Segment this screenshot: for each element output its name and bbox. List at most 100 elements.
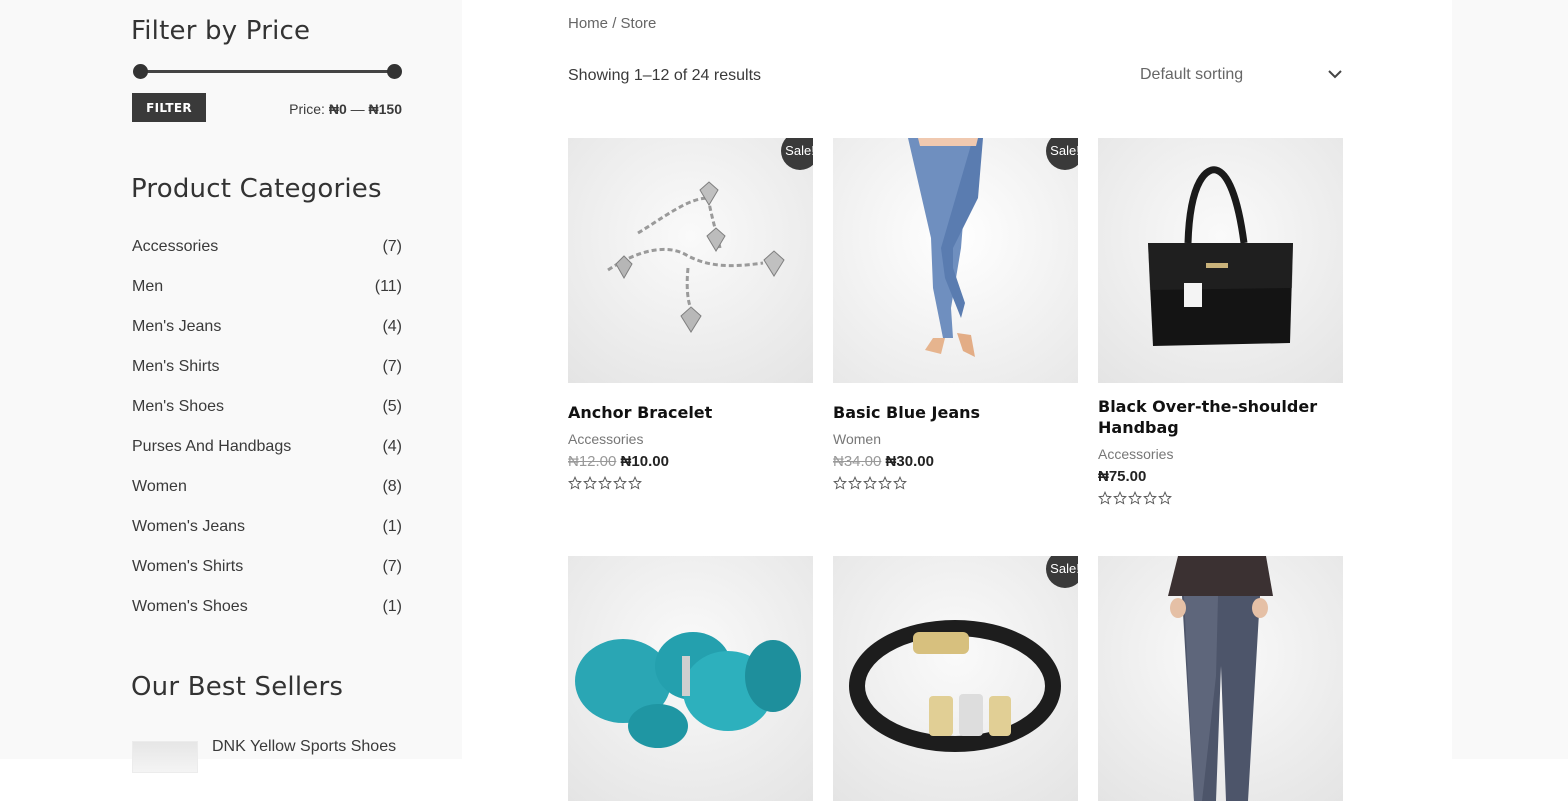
star-icon [833, 476, 847, 490]
category-item: Women (8) [132, 476, 402, 516]
category-item: Purses And Handbags (4) [132, 436, 402, 476]
product-card [568, 556, 813, 801]
product-card [1098, 556, 1343, 801]
sale-price: ₦30.00 [885, 453, 934, 470]
product-title[interactable]: Basic Blue Jeans [833, 402, 1078, 423]
old-price: ₦12.00 [568, 453, 617, 470]
best-seller-link[interactable]: DNK Yellow Sports Shoes [212, 738, 396, 756]
product-card: Sale! [833, 556, 1078, 801]
product-image[interactable]: Sale! [833, 556, 1078, 801]
star-rating [568, 476, 813, 490]
category-item: Men's Shirts (7) [132, 356, 402, 396]
product-title[interactable]: Anchor Bracelet [568, 402, 813, 423]
price-slider-min-handle[interactable] [133, 64, 148, 79]
product-image[interactable] [568, 556, 813, 801]
category-link-womens-shirts[interactable]: Women's Shirts [132, 556, 243, 596]
category-count: (5) [382, 398, 402, 415]
old-price: ₦34.00 [833, 453, 882, 470]
product-category: Accessories [568, 431, 644, 447]
category-link-women[interactable]: Women [132, 476, 187, 516]
breadcrumb-current: Store [620, 15, 657, 32]
product-price: ₦12.00 ₦10.00 [568, 453, 813, 470]
star-icon [878, 476, 892, 490]
sorting-selected: Default sorting [1140, 66, 1244, 83]
category-count: (1) [382, 598, 402, 615]
product-category: Accessories [1098, 446, 1174, 462]
category-item: Women's Shoes (1) [132, 596, 402, 636]
price-slider-track[interactable] [140, 70, 394, 73]
product-price: ₦75.00 [1098, 468, 1343, 485]
category-item: Accessories (7) [132, 236, 402, 276]
product-image[interactable] [1098, 138, 1343, 383]
star-icon [1143, 491, 1157, 505]
star-icon [568, 476, 582, 490]
category-item: Men (11) [132, 276, 402, 316]
category-link-womens-jeans[interactable]: Women's Jeans [132, 516, 245, 556]
product-image[interactable]: Sale! [833, 138, 1078, 383]
price-slider-max-handle[interactable] [387, 64, 402, 79]
breadcrumb-home-link[interactable]: Home [568, 15, 608, 32]
star-icon [628, 476, 642, 490]
product-card: Sale! Anchor Bracelet Accessories ₦12.00… [568, 138, 813, 490]
category-count: (8) [382, 478, 402, 495]
category-item: Men's Shoes (5) [132, 396, 402, 436]
sorting-select[interactable]: Default sorting [1140, 66, 1344, 88]
product-image[interactable]: Sale! [568, 138, 813, 383]
jeans-image [908, 138, 983, 357]
category-item: Women's Shirts (7) [132, 556, 402, 596]
star-rating [1098, 491, 1343, 505]
categories-title: Product Categories [131, 174, 382, 204]
star-icon [893, 476, 907, 490]
product-card: Black Over-the-shoulder Handbag Accessor… [1098, 138, 1343, 505]
price-separator: — [350, 101, 365, 117]
sale-price: ₦10.00 [620, 453, 669, 470]
best-seller-thumbnail[interactable] [132, 741, 198, 773]
category-link-mens-jeans[interactable]: Men's Jeans [132, 316, 221, 356]
price-prefix: Price: [289, 101, 325, 117]
category-link-womens-shoes[interactable]: Women's Shoes [132, 596, 248, 636]
star-icon [598, 476, 612, 490]
filter-button[interactable]: FILTER [132, 93, 206, 122]
star-icon [583, 476, 597, 490]
category-count: (7) [382, 358, 402, 375]
star-icon [1158, 491, 1172, 505]
turquoise-bracelet-image [575, 632, 801, 748]
category-count: (1) [382, 518, 402, 535]
mens-jeans-image [1168, 556, 1273, 801]
leather-bracelet-image [849, 620, 1061, 752]
category-link-purses-and-handbags[interactable]: Purses And Handbags [132, 436, 291, 476]
category-count: (4) [382, 438, 402, 455]
breadcrumb-separator: / [612, 15, 617, 32]
star-icon [1128, 491, 1142, 505]
star-icon [1113, 491, 1127, 505]
bracelet-image [607, 181, 785, 333]
result-count: Showing 1–12 of 24 results [568, 67, 762, 84]
handbag-image [1148, 166, 1293, 346]
category-count: (4) [382, 318, 402, 335]
category-link-mens-shirts[interactable]: Men's Shirts [132, 356, 220, 396]
category-link-accessories[interactable]: Accessories [132, 236, 218, 276]
category-link-men[interactable]: Men [132, 276, 163, 316]
chevron-down-icon [1328, 70, 1342, 79]
category-item: Women's Jeans (1) [132, 516, 402, 556]
product-title[interactable]: Black Over-the-shoulder Handbag [1098, 396, 1343, 438]
star-icon [848, 476, 862, 490]
star-icon [863, 476, 877, 490]
best-sellers-title: Our Best Sellers [131, 672, 344, 702]
star-icon [1098, 491, 1112, 505]
category-count: (7) [382, 238, 402, 255]
category-count: (7) [382, 558, 402, 575]
product-card: Sale! Basic Blue Jeans Women ₦34.00 ₦30.… [833, 138, 1078, 490]
category-link-mens-shoes[interactable]: Men's Shoes [132, 396, 224, 436]
price-max: ₦150 [368, 101, 402, 117]
breadcrumb: Home / Store [568, 15, 656, 32]
category-list: Accessories (7) Men (11) Men's Jeans (4) Me… [132, 236, 402, 636]
product-price: ₦34.00 ₦30.00 [833, 453, 1078, 470]
price-range-label: Price: ₦0 — ₦150 [289, 101, 402, 117]
price-filter-title: Filter by Price [131, 16, 311, 46]
product-category: Women [833, 431, 881, 447]
product-image[interactable] [1098, 556, 1343, 801]
star-icon [613, 476, 627, 490]
category-count: (11) [374, 278, 402, 295]
star-rating [833, 476, 1078, 490]
